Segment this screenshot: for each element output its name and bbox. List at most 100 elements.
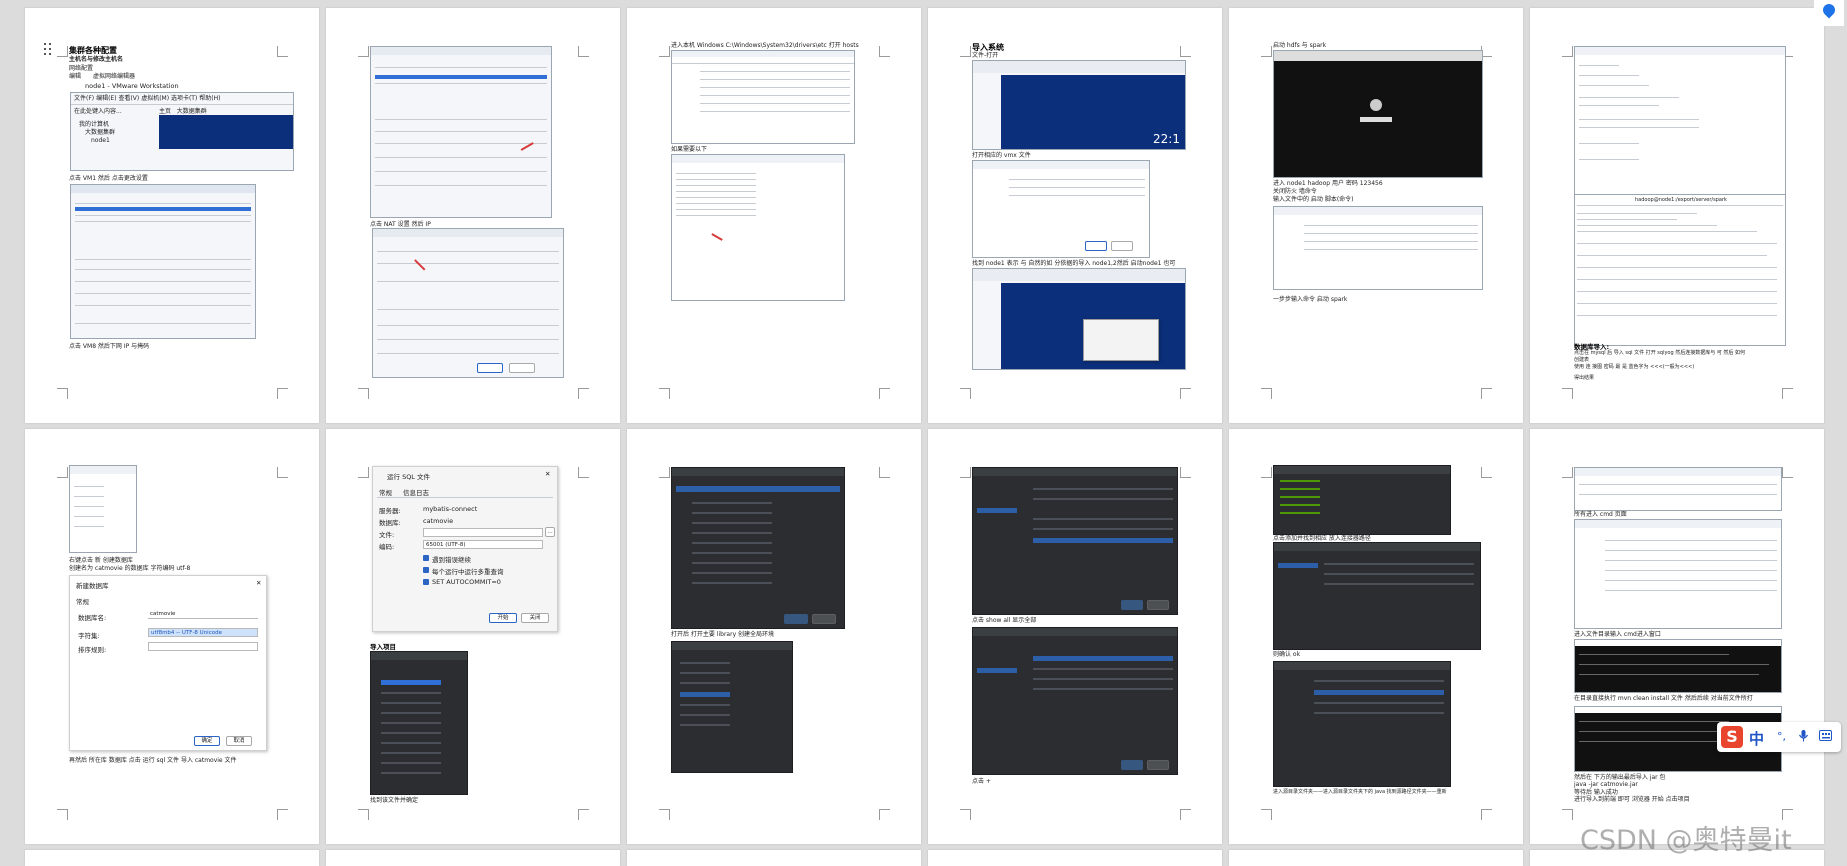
location-pin-icon[interactable] bbox=[1814, 0, 1844, 26]
document-page-15 bbox=[627, 850, 921, 866]
caption: 点击 VM1 然后 点击更改设置 bbox=[69, 175, 148, 182]
document-page-6: hadoop@node1:/export/server/spark 数据库导入:… bbox=[1530, 8, 1824, 423]
vm-tree-item[interactable]: 我的计算机 bbox=[79, 121, 109, 128]
vm-tree-item[interactable]: 大数据集群 bbox=[85, 129, 115, 136]
ide-add-screenshot bbox=[972, 627, 1178, 775]
text-line: 创建表 bbox=[1574, 357, 1590, 363]
encoding-select[interactable]: 65001 (UTF-8) bbox=[423, 540, 543, 549]
sqlyog-tree-screenshot bbox=[69, 465, 137, 553]
caption: 则确认 ok bbox=[1273, 651, 1301, 658]
encoding-label: 编码: bbox=[379, 543, 395, 551]
ide-module-screenshot bbox=[1273, 542, 1481, 650]
ide-settings-screenshot bbox=[972, 467, 1178, 615]
browse-button[interactable]: … bbox=[545, 527, 555, 537]
checkbox-icon[interactable] bbox=[423, 579, 429, 585]
caption: 关闭防火 墙命令 bbox=[1273, 188, 1317, 195]
ime-mode-button[interactable]: 中 bbox=[1749, 728, 1764, 749]
autocommit-option[interactable]: SET AUTOCOMMIT=0 bbox=[432, 578, 501, 586]
network-editor-screenshot bbox=[70, 184, 256, 339]
database-label: 数据库: bbox=[379, 519, 401, 527]
caption: 进入文件目录输入 cmd进入窗口 bbox=[1574, 631, 1661, 638]
server-value: mybatis-connect bbox=[423, 505, 478, 513]
login-screenshot bbox=[1273, 50, 1483, 178]
server-label: 服务器: bbox=[379, 507, 401, 515]
document-page-5: 启动 hdfs 与 spark 进入 node1 hadoop 用户 密码 12… bbox=[1229, 8, 1523, 423]
open-dialog-screenshot bbox=[972, 160, 1150, 258]
db-name-input[interactable]: catmovie bbox=[148, 610, 258, 619]
collation-select[interactable] bbox=[148, 642, 258, 651]
hosts-screenshot bbox=[671, 154, 845, 301]
terminal-title: hadoop@node1:/export/server/spark bbox=[1635, 197, 1727, 203]
caption: 输入文件中的 启动 脚本(命令) bbox=[1273, 196, 1354, 203]
multi-query-option[interactable]: 每个运行中运行多重查询 bbox=[432, 566, 504, 576]
close-button[interactable]: 关闭 bbox=[521, 613, 549, 623]
document-page-11: 点击添加并找到相应 放入连接器路径 则确认 ok 进入源目录文件夹——进入源目录… bbox=[1229, 429, 1523, 844]
vmware-screenshot: 文件(F) 编辑(E) 查看(V) 虚拟机(M) 选项卡(T) 帮助(H) 在此… bbox=[70, 92, 294, 171]
ime-toolbar[interactable]: S 中 °, bbox=[1717, 722, 1841, 752]
caption: 点击添加并找到相应 放入连接器路径 bbox=[1273, 535, 1371, 542]
caption: 再然后 所在库 数据库 点击 运行 sql 文件 导入 catmovie 文件 bbox=[69, 757, 237, 764]
caption: 右键点击 新 创建数据库 bbox=[69, 557, 133, 564]
mic-icon[interactable] bbox=[1799, 730, 1808, 745]
close-icon[interactable]: ✕ bbox=[545, 470, 550, 478]
caption: 打开相应的 vmx 文件 bbox=[972, 152, 1031, 159]
document-page-9: 打开后 打开主要 library 创建全局环境 bbox=[627, 429, 921, 844]
charset-select[interactable]: utf8mb4 -- UTF-8 Unicode bbox=[148, 628, 258, 637]
caption: 在目录直接执行 mvn clean install 文件 然后后续 对当前文件所… bbox=[1574, 695, 1753, 702]
document-page-10: 点击 show all 显示全部 点击 + bbox=[928, 429, 1222, 844]
close-icon[interactable]: ✕ bbox=[256, 579, 261, 587]
text-line: 使用 连 接图 密码 最 是 蓝色字为 <<<(一般为<<<) bbox=[1574, 364, 1695, 370]
document-page-8: 运行 SQL 文件 ✕ 常规 信息日志 服务器: mybatis-connect… bbox=[326, 429, 620, 844]
cmd-screenshot bbox=[1574, 639, 1782, 693]
terminal-screenshot: hadoop@node1:/export/server/spark bbox=[1574, 194, 1786, 346]
ide-menu-screenshot bbox=[370, 651, 468, 795]
dialog-title: 运行 SQL 文件 bbox=[387, 473, 430, 481]
caption: 找到 node1 表示 与 自然的如 分依据的导入 node1,2然后 启动no… bbox=[972, 260, 1176, 267]
caption: 点击 NAT 设置 然后 IP bbox=[370, 221, 431, 228]
document-page-1: 集群各种配置 主机名与修改主机名 网络配置 编辑 虚拟网络编辑器 node1 -… bbox=[25, 8, 319, 423]
tab-general[interactable]: 常规 bbox=[379, 487, 392, 497]
nat-settings-screenshot bbox=[372, 228, 564, 378]
document-page-4: 导入系统 文件-打开 22:1 打开相应的 vmx 文件 找到 node1 表示… bbox=[928, 8, 1222, 423]
explorer-screenshot bbox=[1574, 467, 1782, 511]
script-screenshot bbox=[1574, 46, 1786, 198]
text-line: 主机名与修改主机名 bbox=[69, 56, 124, 63]
virtual-network-editor bbox=[370, 46, 552, 218]
ok-button[interactable]: 确定 bbox=[194, 736, 220, 746]
caption: 如果需要以下 bbox=[671, 146, 708, 153]
vm-import-screenshot bbox=[972, 268, 1186, 370]
caption: 进行导入到前端 即可 浏览器 开始 点击项目 bbox=[1574, 796, 1690, 803]
start-button[interactable]: 开始 bbox=[489, 613, 517, 623]
dialog-title: 新建数据库 bbox=[76, 582, 109, 590]
ide-structure-screenshot bbox=[1273, 465, 1451, 535]
new-database-dialog: 新建数据库 ✕ 常规 数据库名: catmovie 字符集: utf8mb4 -… bbox=[69, 575, 267, 751]
text-line: 点击在 mysql 后 导入 sql 文件 打开 sqlyog 然后连接数据库与… bbox=[1574, 350, 1746, 356]
database-value: catmovie bbox=[423, 517, 454, 525]
folder-screenshot bbox=[1574, 519, 1782, 629]
tab-log[interactable]: 信息日志 bbox=[403, 487, 429, 497]
explorer-screenshot bbox=[671, 50, 855, 144]
vm-title: node1 - VMware Workstation bbox=[85, 82, 179, 90]
caption: 进入本机 Windows C:\Windows\System32\drivers… bbox=[671, 42, 859, 49]
cancel-button[interactable]: 取消 bbox=[226, 736, 252, 746]
text-line: 启动 hdfs 与 spark bbox=[1273, 42, 1327, 49]
text-line: 得出结果 bbox=[1574, 375, 1595, 381]
continue-on-error-option[interactable]: 遇到错误继续 bbox=[432, 554, 471, 564]
vm-search[interactable]: 在此处键入内容... bbox=[74, 108, 122, 115]
sogou-logo-icon: S bbox=[1721, 726, 1743, 748]
file-input[interactable] bbox=[423, 528, 543, 537]
caption: 点击 VM8 然后下网 IP 与掩码 bbox=[69, 343, 150, 350]
caption: 等待后 输入成功 bbox=[1574, 789, 1618, 796]
document-page-7: 右键点击 新 创建数据库 创建名为 catmovie 的数据库 字符编码 utf… bbox=[25, 429, 319, 844]
punctuation-icon[interactable]: °, bbox=[1777, 730, 1786, 743]
run-sql-file-dialog: 运行 SQL 文件 ✕ 常规 信息日志 服务器: mybatis-connect… bbox=[372, 466, 558, 632]
caption: 打开后 打开主要 library 创建全局环境 bbox=[671, 631, 775, 638]
document-page-2: 点击 NAT 设置 然后 IP bbox=[326, 8, 620, 423]
checkbox-icon[interactable] bbox=[423, 567, 429, 573]
file-label: 文件: bbox=[379, 531, 395, 539]
keyboard-icon[interactable] bbox=[1819, 730, 1832, 744]
ide-library-screenshot bbox=[671, 641, 793, 773]
vm-tree-item[interactable]: node1 bbox=[91, 137, 110, 144]
checkbox-icon[interactable] bbox=[423, 555, 429, 561]
document-page-14 bbox=[326, 850, 620, 866]
